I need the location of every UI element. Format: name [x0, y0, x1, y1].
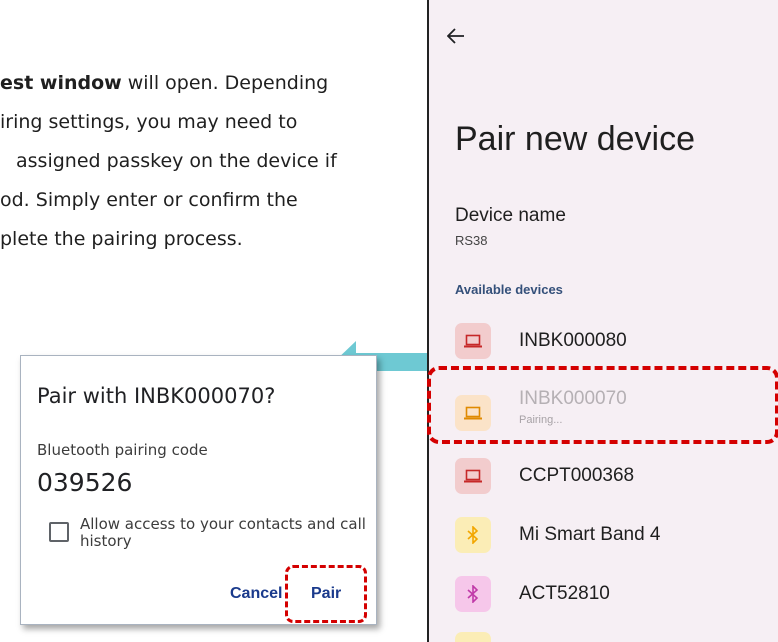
page-title: Pair new device — [455, 120, 696, 158]
bluetooth-icon — [455, 576, 491, 612]
device-name: INBK000080 — [519, 330, 627, 351]
cancel-button[interactable]: Cancel — [230, 585, 282, 603]
device-name: CCPT000368 — [519, 465, 635, 486]
allow-contacts-checkbox[interactable] — [49, 522, 69, 542]
device-item-act52810[interactable]: ACT52810 — [455, 576, 775, 616]
laptop-icon — [455, 323, 491, 359]
pair-button-highlight — [285, 565, 367, 623]
device-item-inbk000080[interactable]: INBK000080 — [455, 323, 775, 363]
device-item-ccpt000368[interactable]: CCPT000368 — [455, 458, 775, 498]
laptop-icon — [455, 458, 491, 494]
bluetooth-icon — [455, 517, 491, 553]
device-name-value: RS38 — [455, 233, 488, 248]
manual-line-2: iring settings, you may need to — [0, 111, 298, 133]
pairing-code: 039526 — [37, 468, 133, 497]
device-name: ACT52810 — [519, 583, 610, 604]
pairing-code-label: Bluetooth pairing code — [37, 441, 208, 459]
device-name: Mi Smart Band 4 — [519, 524, 661, 545]
available-devices-header: Available devices — [455, 282, 563, 297]
manual-line-5: plete the pairing process. — [0, 228, 243, 250]
back-arrow-icon[interactable] — [446, 24, 465, 50]
device-name-label[interactable]: Device name — [455, 205, 566, 227]
pairing-row-highlight — [427, 366, 778, 444]
device-item-partial — [455, 632, 491, 642]
pair-dialog: Pair with INBK000070? Bluetooth pairing … — [20, 355, 377, 625]
phone-screen: Pair new device Device name RS38 Availab… — [427, 0, 778, 642]
manual-line-3: assigned passkey on the device if — [16, 150, 337, 172]
manual-line-1: est window will open. Depending — [0, 72, 328, 94]
manual-line-4: od. Simply enter or confirm the — [0, 189, 298, 211]
allow-contacts-label[interactable]: Allow access to your contacts and call h… — [80, 516, 370, 550]
manual-line-1-rest: will open. Depending — [121, 72, 329, 94]
dialog-title: Pair with INBK000070? — [37, 384, 276, 408]
device-item-mi-smart-band-4[interactable]: Mi Smart Band 4 — [455, 517, 775, 557]
manual-bold-term: est window — [0, 72, 122, 94]
